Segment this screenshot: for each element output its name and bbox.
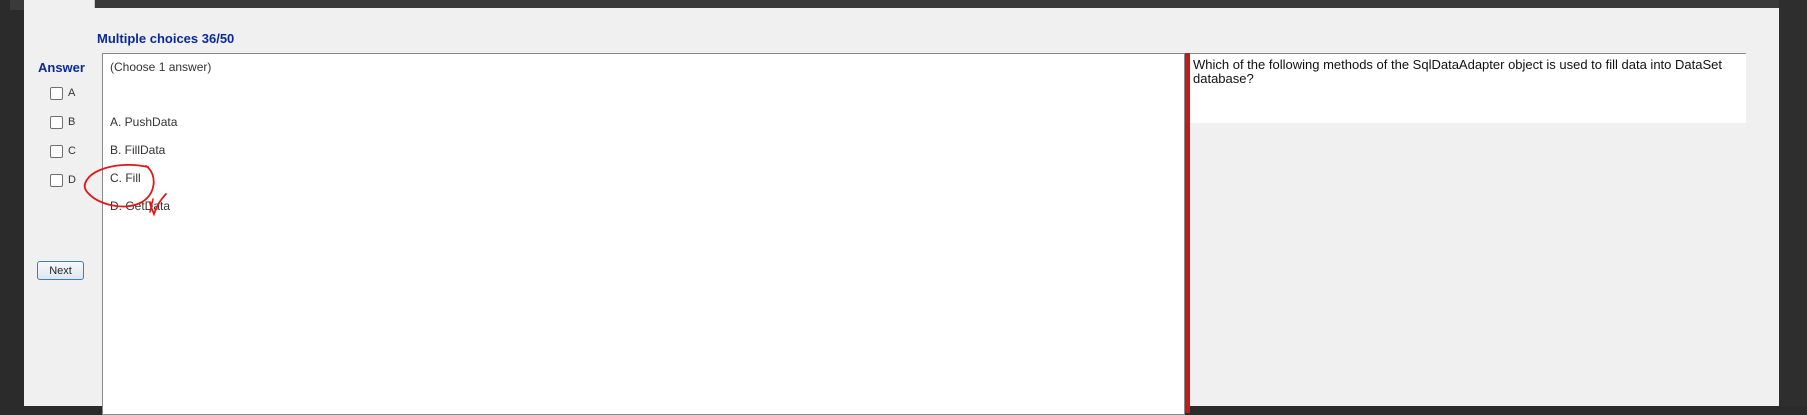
checkbox-a[interactable] xyxy=(50,86,63,100)
window-frame-left xyxy=(0,0,10,406)
option-d-label: D xyxy=(68,174,76,186)
choose-instruction: (Choose 1 answer) xyxy=(110,60,212,74)
window-frame-right xyxy=(1779,0,1807,406)
question-text: Which of the following methods of the Sq… xyxy=(1193,57,1722,86)
answers-panel: (Choose 1 answer) A. PushData B. FillDat… xyxy=(102,53,1185,415)
option-c-label: C xyxy=(68,145,76,157)
option-b[interactable]: B xyxy=(50,114,75,130)
question-panel: Which of the following methods of the Sq… xyxy=(1190,53,1746,123)
option-a-label: A xyxy=(68,87,76,99)
checkbox-d[interactable] xyxy=(50,173,63,187)
checkbox-b[interactable] xyxy=(50,115,63,129)
next-button[interactable]: Next xyxy=(37,261,84,280)
checkbox-c[interactable] xyxy=(50,144,63,158)
answer-a: A. PushData xyxy=(110,115,178,129)
answer-d: D. GetData xyxy=(110,199,171,213)
option-c[interactable]: C xyxy=(50,143,76,159)
option-b-label: B xyxy=(68,116,76,128)
answer-label: Answer xyxy=(38,60,85,75)
answer-c: C. Fill xyxy=(110,171,141,185)
option-a[interactable]: A xyxy=(50,85,75,101)
option-d[interactable]: D xyxy=(50,172,76,188)
page-title: Multiple choices 36/50 xyxy=(97,31,235,46)
answer-b: B. FillData xyxy=(110,143,166,157)
